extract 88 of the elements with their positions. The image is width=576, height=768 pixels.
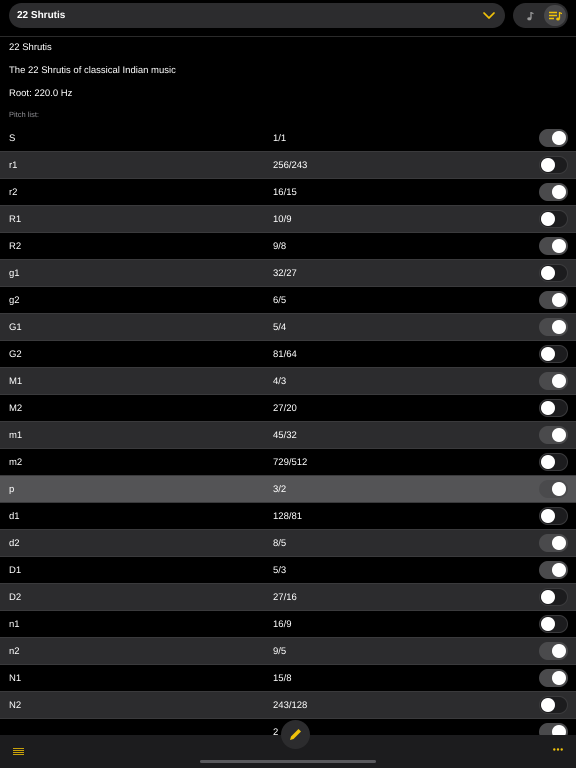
pitch-name: N1 xyxy=(9,672,22,684)
toggle-switch[interactable] xyxy=(539,480,568,498)
pencil-icon xyxy=(289,728,302,741)
pitch-name: g1 xyxy=(9,268,21,278)
pitch-name: d2 xyxy=(9,538,21,548)
toggle-switch[interactable] xyxy=(539,318,568,336)
pitch-name: d1 xyxy=(9,510,21,522)
pitch-row[interactable]: m1 45/32 xyxy=(0,422,576,449)
pitch-ratio: 16/15 xyxy=(273,186,297,198)
toggle-switch[interactable] xyxy=(539,426,568,444)
pitch-name: S xyxy=(9,132,16,144)
toggle-switch[interactable] xyxy=(539,399,568,417)
pitch-ratio: 32/27 xyxy=(273,268,297,278)
root-frequency: Root: 220.0 Hz xyxy=(9,88,72,99)
preset-dropdown[interactable]: 22 Shrutis xyxy=(9,3,505,28)
pitch-ratio: 27/20 xyxy=(273,402,297,414)
toggle-switch[interactable] xyxy=(539,183,568,201)
pitch-ratio: 9/8 xyxy=(273,240,286,252)
pitch-ratio: 6/5 xyxy=(273,294,286,306)
toggle-switch[interactable] xyxy=(539,372,568,390)
toggle-switch[interactable] xyxy=(539,264,568,282)
toggle-switch[interactable] xyxy=(539,210,568,228)
toggle-switch[interactable] xyxy=(539,156,568,174)
pitch-ratio: 5/3 xyxy=(273,564,286,576)
dropdown-value: 22 Shrutis xyxy=(17,10,66,21)
pitch-name: G1 xyxy=(9,322,23,332)
pitch-ratio: 729/512 xyxy=(273,456,308,468)
pitch-name: D1 xyxy=(9,564,22,576)
pitch-name: m2 xyxy=(9,456,24,468)
pitch-name: D2 xyxy=(9,592,22,602)
pitch-row[interactable]: M1 4/3 xyxy=(0,368,576,395)
pitch-row[interactable]: D2 27/16 xyxy=(0,584,576,611)
pitch-ratio: 4/3 xyxy=(273,376,286,386)
more-icon[interactable] xyxy=(553,748,563,751)
pitch-ratio: 243/128 xyxy=(273,700,308,710)
pitch-name: r2 xyxy=(9,186,18,198)
chevron-down-icon xyxy=(483,12,495,19)
pitch-ratio: 256/243 xyxy=(273,160,308,170)
pitch-row[interactable]: n2 9/5 xyxy=(0,638,576,665)
toggle-switch[interactable] xyxy=(539,291,568,309)
pitch-row[interactable]: p 3/2 xyxy=(0,476,576,503)
pitch-name: M2 xyxy=(9,402,24,414)
pitch-ratio: 15/8 xyxy=(273,672,292,684)
pitch-row[interactable]: d2 8/5 xyxy=(0,530,576,557)
preset-name: 22 Shrutis xyxy=(9,42,52,53)
pitch-name: m1 xyxy=(9,430,24,440)
pitch-ratio: 10/9 xyxy=(273,214,292,224)
pitch-name: r1 xyxy=(9,160,18,170)
pitch-name: R1 xyxy=(9,214,22,224)
toggle-switch[interactable] xyxy=(539,507,568,525)
pitch-ratio: 81/64 xyxy=(273,348,297,360)
pitch-ratio: 45/32 xyxy=(273,430,297,440)
toggle-switch[interactable] xyxy=(539,696,568,714)
pitch-row[interactable]: R1 10/9 xyxy=(0,206,576,233)
pitch-name: M1 xyxy=(9,376,24,386)
pitch-row[interactable]: N2 243/128 xyxy=(0,692,576,719)
toggle-switch[interactable] xyxy=(539,237,568,255)
toggle-switch[interactable] xyxy=(539,642,568,660)
toggle-switch[interactable] xyxy=(539,453,568,471)
pitch-name: R2 xyxy=(9,240,22,252)
pitch-ratio: 8/5 xyxy=(273,538,286,548)
toggle-switch[interactable] xyxy=(539,561,568,579)
toggle-switch[interactable] xyxy=(539,588,568,606)
menu-icon[interactable] xyxy=(13,748,24,755)
pitch-ratio: 16/9 xyxy=(273,618,292,630)
toggle-switch[interactable] xyxy=(539,345,568,363)
pitch-name: n2 xyxy=(9,646,21,656)
pitch-name: g2 xyxy=(9,294,21,306)
pitch-ratio: 9/5 xyxy=(273,646,286,656)
pitch-ratio: 128/81 xyxy=(273,510,302,522)
preset-description: The 22 Shrutis of classical Indian music xyxy=(9,65,176,76)
toggle-switch[interactable] xyxy=(539,534,568,552)
pitch-ratio: 1/1 xyxy=(273,132,286,144)
toggle-switch[interactable] xyxy=(539,129,568,147)
toggle-switch[interactable] xyxy=(539,669,568,687)
pitch-ratio: 5/4 xyxy=(273,322,286,332)
pitch-row[interactable]: g1 32/27 xyxy=(0,260,576,287)
toggle-switch[interactable] xyxy=(539,615,568,633)
pitch-name: G2 xyxy=(9,348,23,360)
pitch-row[interactable]: r1 256/243 xyxy=(0,152,576,179)
pitch-ratio: 27/16 xyxy=(273,592,297,602)
pitch-ratio: 3/2 xyxy=(273,484,286,494)
pitch-name: n1 xyxy=(9,618,21,630)
playlist-icon[interactable] xyxy=(544,5,566,26)
pitch-row[interactable]: G1 5/4 xyxy=(0,314,576,341)
pitch-name: N2 xyxy=(9,700,22,710)
pitch-ratio: 2 xyxy=(273,726,278,735)
pitch-name: p xyxy=(9,484,16,494)
